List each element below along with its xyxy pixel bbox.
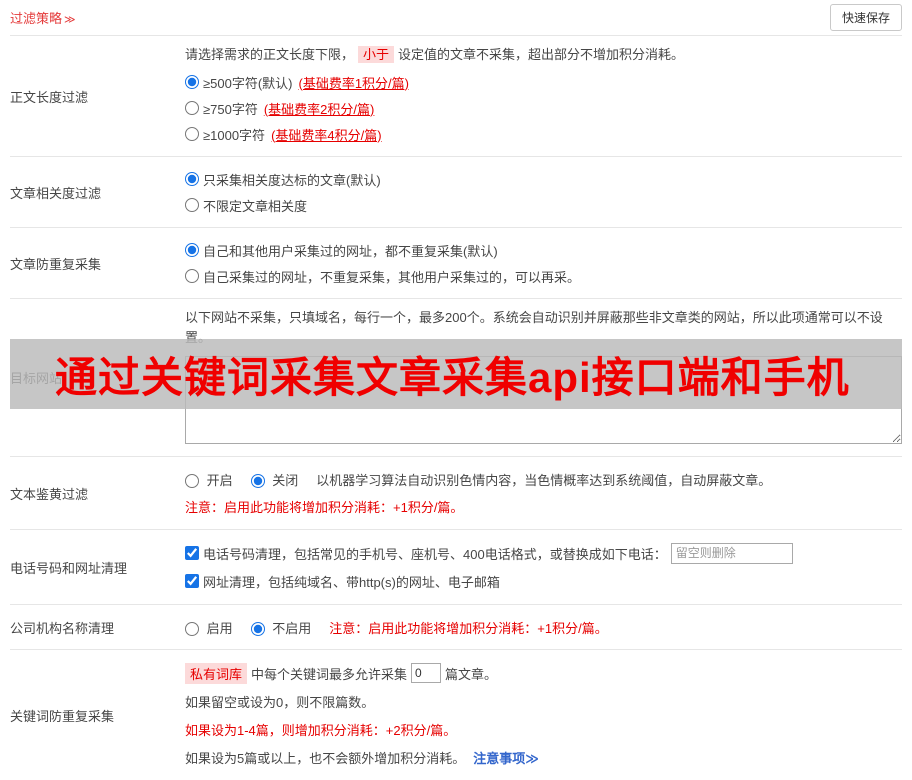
max-articles-input[interactable] xyxy=(411,663,442,683)
option-min500[interactable]: ≥500字符(默认) (基础费率1积分/篇) xyxy=(185,69,902,95)
company-clean-note: 注意：启用此功能将增加积分消耗：+1积分/篇。 xyxy=(329,620,608,636)
row-porn-filter: 文本鉴黄过滤 开启 关闭 以机器学习算法自动识别色情内容，当色情概率达到系统阈值… xyxy=(10,457,902,530)
option-url-clean[interactable]: 网址清理，包括纯域名、带http(s)的网址、电子邮箱 xyxy=(185,567,902,595)
page-title-text: 过滤策略 xyxy=(10,11,63,26)
radio-porn-on[interactable] xyxy=(185,474,199,489)
quick-save-button[interactable]: 快速保存 xyxy=(829,4,902,31)
row-phone-url-clean: 电话号码和网址清理 电话号码清理，包括常见的手机号、座机号、400电话格式，或替… xyxy=(10,530,902,605)
option-relevance-any[interactable]: 不限定文章相关度 xyxy=(185,192,902,218)
radio-company-off[interactable] xyxy=(250,622,265,637)
chevron-down-icon: ≫ xyxy=(64,14,76,26)
radio-relevance-any[interactable] xyxy=(185,198,199,212)
keyword-note-1to4: 如果设为1-4篇，则增加积分消耗：+2积分/篇。 xyxy=(185,722,457,738)
porn-filter-options: 开启 关闭 以机器学习算法自动识别色情内容，当色情概率达到系统阈值，自动屏蔽文章… xyxy=(185,466,902,492)
option-min1000[interactable]: ≥1000字符 (基础费率4积分/篇) xyxy=(185,121,902,147)
body-length-intro: 请选择需求的正文长度下限， 小于 设定值的文章不采集，超出部分不增加积分消耗。 xyxy=(185,46,685,63)
radio-dedup-all-users[interactable] xyxy=(185,243,199,257)
page-title[interactable]: 过滤策略 ≫ xyxy=(10,8,76,27)
option-dedup-all-users[interactable]: 自己和其他用户采集过的网址，都不重复采集(默认) xyxy=(185,237,902,263)
radio-dedup-self-only[interactable] xyxy=(185,269,199,283)
fee-note-1: (基础费率1积分/篇) xyxy=(298,75,409,91)
radio-min1000[interactable] xyxy=(185,127,199,141)
fee-note-2: (基础费率2积分/篇) xyxy=(263,101,375,117)
watermark-text: 通过关键词采集文章采集api接口端和手机 xyxy=(55,353,850,401)
label-keyword-dedup: 关键词防重复采集 xyxy=(10,708,115,724)
radio-company-on[interactable] xyxy=(185,622,199,637)
label-article-dedup: 文章防重复采集 xyxy=(10,256,102,272)
less-than-highlight: 小于 xyxy=(358,46,395,63)
option-porn-off[interactable]: 关闭 xyxy=(250,470,298,489)
option-company-on[interactable]: 启用 xyxy=(185,618,233,637)
label-relevance-filter: 文章相关度过滤 xyxy=(10,185,102,201)
label-body-length-filter: 正文长度过滤 xyxy=(10,89,89,105)
option-relevance-strict[interactable]: 只采集相关度达标的文章(默认) xyxy=(185,166,902,192)
private-lexicon-highlight: 私有词库 xyxy=(185,662,248,684)
checkbox-url-clean[interactable] xyxy=(185,574,199,588)
radio-porn-off[interactable] xyxy=(250,474,265,489)
option-min750[interactable]: ≥750字符 (基础费率2积分/篇) xyxy=(185,95,902,121)
porn-filter-desc: 以机器学习算法自动识别色情内容，当色情概率达到系统阈值，自动屏蔽文章。 xyxy=(316,472,772,488)
keyword-note-zero: 如果留空或设为0，则不限篇数。 xyxy=(185,694,375,710)
label-phone-url-clean: 电话号码和网址清理 xyxy=(10,560,128,576)
row-body-length-filter: 正文长度过滤 请选择需求的正文长度下限， 小于 设定值的文章不采集，超出部分不增加积… xyxy=(10,36,902,157)
row-company-clean: 公司机构名称清理 启用 不启用 注意：启用此功能将增加积分消耗：+1积分/篇。 xyxy=(10,605,902,650)
row-keyword-dedup: 关键词防重复采集 私有词库 中每个关键词最多允许采集 篇文章。 如果留空或设为0… xyxy=(10,650,902,780)
watermark-overlay: 通过关键词采集文章采集api接口端和手机 xyxy=(10,339,902,409)
option-company-off[interactable]: 不启用 xyxy=(250,618,311,637)
keyword-limit-line: 私有词库 中每个关键词最多允许采集 篇文章。 xyxy=(185,659,902,687)
option-dedup-self-only[interactable]: 自己采集过的网址，不重复采集，其他用户采集过的，可以再采。 xyxy=(185,263,902,289)
radio-min500[interactable] xyxy=(185,75,199,89)
company-clean-options: 启用 不启用 注意：启用此功能将增加积分消耗：+1积分/篇。 xyxy=(185,614,902,640)
replacement-phone-input[interactable] xyxy=(670,542,793,564)
option-phone-clean[interactable]: 电话号码清理，包括常见的手机号、座机号、400电话格式，或替换成如下电话： xyxy=(185,539,902,567)
porn-filter-note: 注意：启用此功能将增加积分消耗：+1积分/篇。 xyxy=(185,499,464,515)
topbar: 过滤策略 ≫ 快速保存 xyxy=(10,0,902,36)
label-company-clean: 公司机构名称清理 xyxy=(10,620,115,636)
keyword-note-5plus: 如果设为5篇或以上，也不会额外增加积分消耗。 注意事项≫ xyxy=(185,743,902,771)
row-article-dedup: 文章防重复采集 自己和其他用户采集过的网址，都不重复采集(默认) 自己采集过的网… xyxy=(10,228,902,299)
fee-note-3: (基础费率4积分/篇) xyxy=(271,127,382,143)
checkbox-phone-clean[interactable] xyxy=(185,546,199,560)
radio-min750[interactable] xyxy=(185,101,199,115)
notice-link[interactable]: 注意事项≫ xyxy=(473,748,539,767)
option-porn-on[interactable]: 开启 xyxy=(185,470,233,489)
radio-relevance-strict[interactable] xyxy=(185,172,199,186)
row-relevance-filter: 文章相关度过滤 只采集相关度达标的文章(默认) 不限定文章相关度 xyxy=(10,157,902,228)
label-porn-filter: 文本鉴黄过滤 xyxy=(10,486,89,502)
